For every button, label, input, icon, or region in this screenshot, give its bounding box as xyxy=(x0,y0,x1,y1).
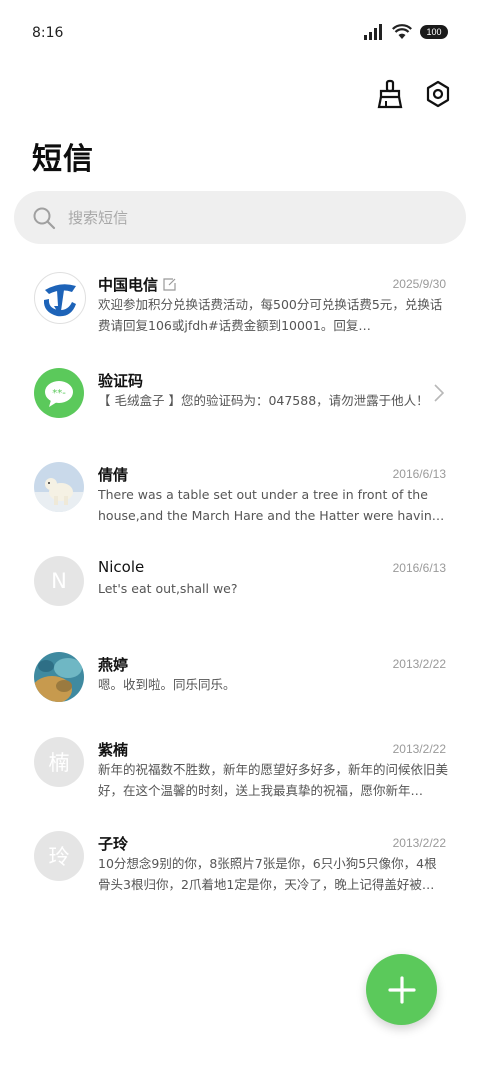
zinan-avatar: 楠 xyxy=(34,737,84,787)
verification-avatar: **- xyxy=(34,368,84,418)
message-preview: Let's eat out,shall we? xyxy=(98,581,238,596)
message-preview: 10分想念9别的你，8张照片7张是你，6只小狗5只像你，4根骨头3根归你，2爪着… xyxy=(98,856,437,892)
status-time: 8:16 xyxy=(32,25,64,41)
landscape-photo-icon xyxy=(34,652,84,702)
nicole-avatar: N xyxy=(34,556,84,606)
signal-icon xyxy=(364,24,382,40)
battery-indicator: 100 xyxy=(420,25,448,39)
yanting-avatar xyxy=(34,652,84,702)
settings-button[interactable] xyxy=(422,76,454,112)
message-date: 2013/2/22 xyxy=(392,742,446,756)
message-bubble-icon: **- xyxy=(45,381,73,407)
chevron-right-icon[interactable] xyxy=(434,384,444,402)
new-message-button[interactable] xyxy=(366,954,437,1025)
search-input[interactable] xyxy=(66,207,410,228)
china-telecom-logo-icon xyxy=(43,284,76,317)
broom-icon xyxy=(377,79,403,109)
message-row-nicole[interactable]: N Nicole 2016/6/13 Let's eat out,shall w… xyxy=(0,544,480,636)
message-row-verification-code[interactable]: **- 验证码 【 毛绒盒子 】您的验证码为：047588，请勿泄露于他人！ xyxy=(0,356,480,448)
message-row-china-telecom[interactable]: 中国电信 2025/9/30 欢迎参加积分兑换话费活动，每500分可兑换话费5元… xyxy=(0,260,480,352)
gear-icon xyxy=(426,80,450,108)
search-icon xyxy=(33,207,56,229)
page-title: 短信 xyxy=(32,142,94,177)
contact-name: Nicole xyxy=(98,558,145,576)
edit-icon xyxy=(163,278,176,291)
message-preview: There was a table set out under a tree i… xyxy=(98,487,440,523)
message-date: 2013/2/22 xyxy=(392,836,446,850)
search-bar[interactable] xyxy=(14,191,466,244)
message-preview: 【 毛绒盒子 】您的验证码为：047588，请勿泄露于他人！ xyxy=(98,393,429,408)
polar-bear-photo-icon xyxy=(34,462,84,512)
message-preview: 欢迎参加积分兑换话费活动，每500分可兑换话费5元，兑换话费请回复106或jfd… xyxy=(98,297,443,333)
contact-name: 中国电信 xyxy=(98,274,177,295)
message-date: 2016/6/13 xyxy=(392,467,446,481)
wifi-icon xyxy=(392,24,412,39)
message-row-zinan[interactable]: 楠 紫楠 2013/2/22 新年的祝福数不胜数，新年的愿望好多好多，新年的问候… xyxy=(0,725,480,817)
svg-text:**-: **- xyxy=(52,388,66,399)
ziling-avatar: 玲 xyxy=(34,831,84,881)
plus-icon xyxy=(387,975,416,1004)
message-date: 2025/9/30 xyxy=(392,277,446,291)
contact-name-text: 中国电信 xyxy=(98,276,159,294)
qianqian-avatar xyxy=(34,462,84,512)
message-preview: 新年的祝福数不胜数，新年的愿望好多好多，新年的问候依旧美好，在这个温馨的时刻，送… xyxy=(98,762,448,798)
contact-name: 验证码 xyxy=(98,372,144,390)
message-row-ziling[interactable]: 玲 子玲 2013/2/22 10分想念9别的你，8张照片7张是你，6只小狗5只… xyxy=(0,819,480,911)
message-row-yanting[interactable]: 燕婷 2013/2/22 嗯。收到啦。同乐同乐。 xyxy=(0,640,480,732)
contact-name: 燕婷 xyxy=(98,656,129,674)
clean-button[interactable] xyxy=(374,76,406,112)
message-row-qianqian[interactable]: 倩倩 2016/6/13 There was a table set out u… xyxy=(0,450,480,542)
message-preview: 嗯。收到啦。同乐同乐。 xyxy=(98,677,236,692)
message-date: 2016/6/13 xyxy=(392,561,446,575)
status-bar: 8:16 100 xyxy=(0,0,480,64)
contact-name: 倩倩 xyxy=(98,466,129,484)
contact-name: 子玲 xyxy=(98,835,129,853)
status-icons: 100 xyxy=(364,24,448,40)
contact-name: 紫楠 xyxy=(98,741,129,759)
message-date: 2013/2/22 xyxy=(392,657,446,671)
top-actions xyxy=(374,76,454,112)
china-telecom-avatar xyxy=(34,272,86,324)
